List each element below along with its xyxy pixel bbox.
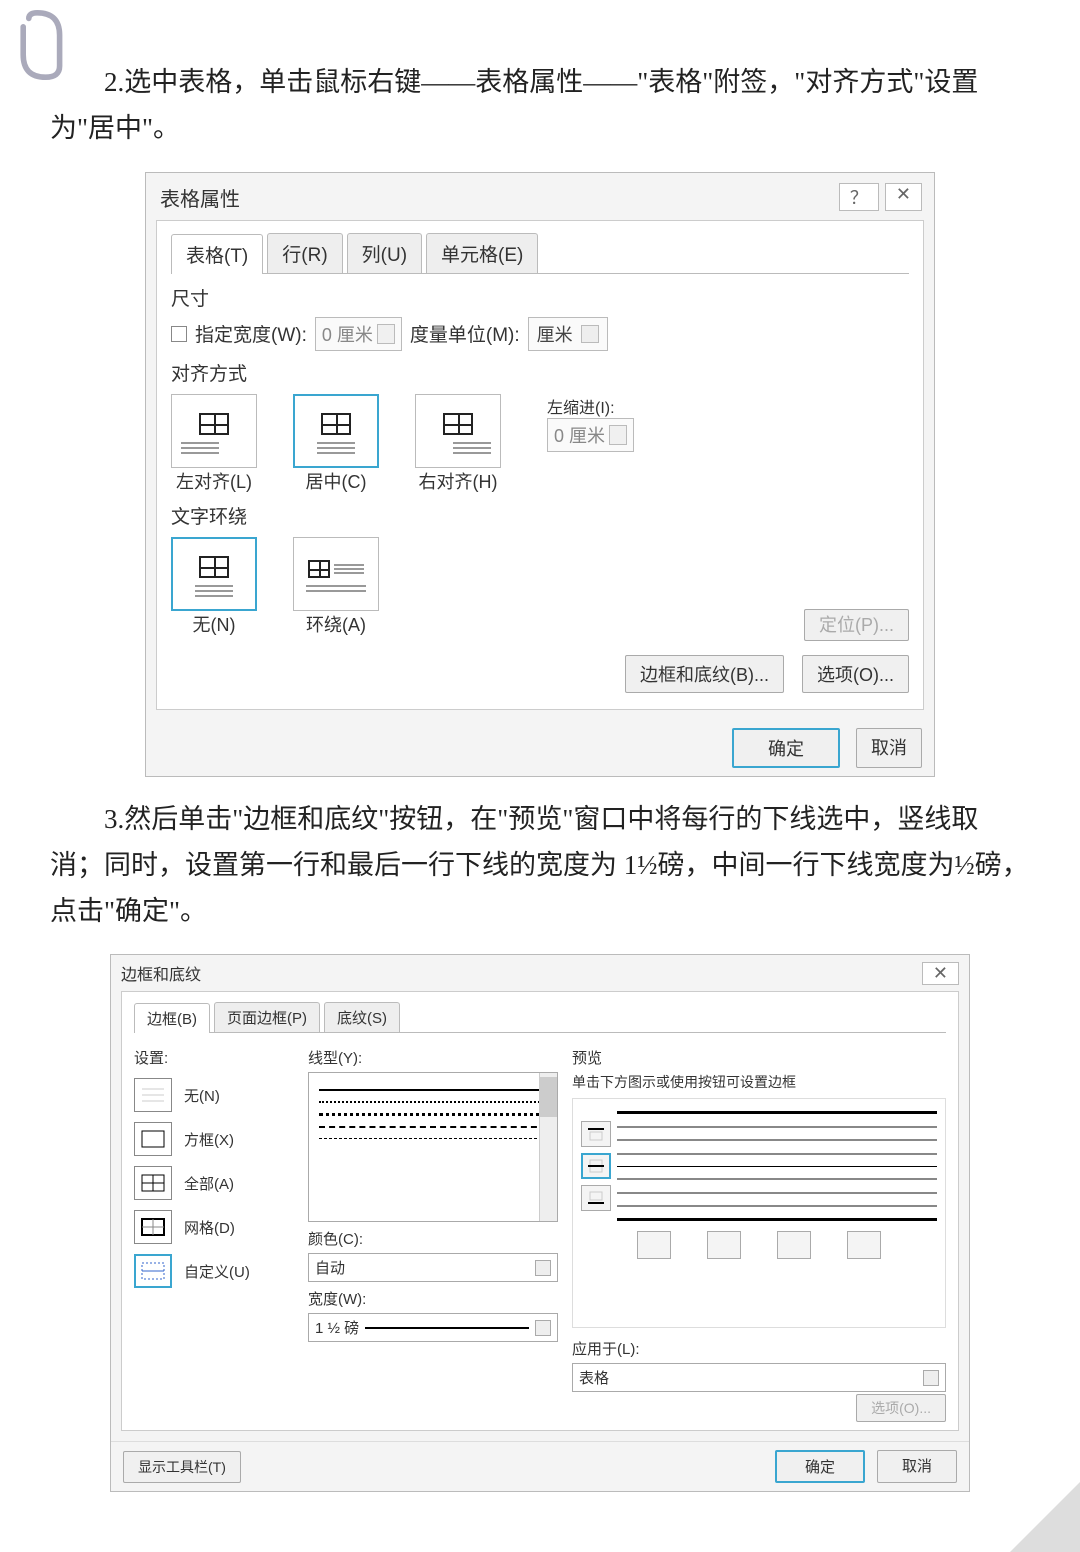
table-icon xyxy=(199,556,229,578)
setting-none[interactable]: 无(N) xyxy=(134,1078,294,1112)
spin-up-down-icon[interactable] xyxy=(377,324,395,344)
setting-all[interactable]: 全部(A) xyxy=(134,1166,294,1200)
cancel-button[interactable]: 取消 xyxy=(856,728,922,768)
border-top-button[interactable] xyxy=(581,1121,611,1147)
tab-page-border[interactable]: 页面边框(P) xyxy=(214,1002,320,1032)
apply-to-combo[interactable]: 表格 xyxy=(572,1363,946,1392)
color-combo[interactable]: 自动 xyxy=(308,1253,558,1282)
border-right-button[interactable] xyxy=(847,1231,881,1259)
dropdown-icon xyxy=(535,1320,551,1336)
grid-icon xyxy=(140,1217,166,1237)
tab-table[interactable]: 表格(T) xyxy=(171,234,263,274)
border-left-button[interactable] xyxy=(707,1231,741,1259)
wrap-around-option[interactable]: 环绕(A) xyxy=(293,537,379,637)
preview-label: 预览 xyxy=(572,1047,946,1068)
table-icon xyxy=(308,560,330,578)
ok-button[interactable]: 确定 xyxy=(775,1450,865,1483)
specify-width-checkbox[interactable] xyxy=(171,326,187,342)
tab-row[interactable]: 行(R) xyxy=(267,233,342,273)
help-button[interactable]: ？ xyxy=(839,183,879,211)
custom-icon xyxy=(140,1261,166,1281)
instruction-step-2: 2.选中表格，单击鼠标右键——表格属性——"表格"附签，"对齐方式"设置为"居中… xyxy=(50,60,1030,152)
specify-width-label: 指定宽度(W): xyxy=(195,320,307,347)
alignment-group-label: 对齐方式 xyxy=(171,359,909,386)
dropdown-icon xyxy=(923,1370,939,1386)
preview-area xyxy=(572,1098,946,1328)
size-group-label: 尺寸 xyxy=(171,284,909,311)
options-button[interactable]: 选项(O)... xyxy=(856,1394,946,1422)
close-button[interactable]: ✕ xyxy=(885,183,922,211)
width-spinner[interactable]: 0 厘米 xyxy=(315,317,402,351)
setting-box[interactable]: 方框(X) xyxy=(134,1122,294,1156)
cancel-button[interactable]: 取消 xyxy=(877,1450,957,1483)
tab-shading[interactable]: 底纹(S) xyxy=(324,1002,400,1032)
all-icon xyxy=(140,1173,166,1193)
border-diag-button[interactable] xyxy=(637,1231,671,1259)
spin-up-down-icon[interactable] xyxy=(609,425,627,445)
setting-custom[interactable]: 自定义(U) xyxy=(134,1254,294,1288)
unit-label: 度量单位(M): xyxy=(410,320,520,347)
show-toolbar-button[interactable]: 显示工具栏(T) xyxy=(123,1451,241,1483)
width-combo[interactable]: 1 ½ 磅 xyxy=(308,1313,558,1342)
borders-shading-button[interactable]: 边框和底纹(B)... xyxy=(625,655,784,693)
box-icon xyxy=(140,1129,166,1149)
border-center-button[interactable] xyxy=(777,1231,811,1259)
paperclip-icon xyxy=(10,10,70,80)
border-bottom-icon xyxy=(587,1191,605,1205)
width-label: 宽度(W): xyxy=(308,1288,558,1309)
page-curl-icon xyxy=(1010,1482,1080,1552)
dialog-title: 表格属性 xyxy=(160,183,240,212)
setting-label: 设置: xyxy=(134,1047,294,1068)
border-top-icon xyxy=(587,1127,605,1141)
align-center-option[interactable]: 居中(C) xyxy=(293,394,379,494)
scrollbar[interactable] xyxy=(539,1073,557,1221)
instruction-step-3: 3.然后单击"边框和底纹"按钮，在"预览"窗口中将每行的下线选中，竖线取消；同时… xyxy=(50,797,1030,935)
table-icon xyxy=(199,413,229,435)
tab-cell[interactable]: 单元格(E) xyxy=(426,233,538,273)
setting-grid[interactable]: 网格(D) xyxy=(134,1210,294,1244)
unit-combo[interactable]: 厘米 xyxy=(528,317,608,351)
left-indent-spinner[interactable]: 0 厘米 xyxy=(547,418,634,452)
align-right-option[interactable]: 右对齐(H) xyxy=(415,394,501,494)
dropdown-icon xyxy=(535,1260,551,1276)
wrap-none-option[interactable]: 无(N) xyxy=(171,537,257,637)
options-button[interactable]: 选项(O)... xyxy=(802,655,909,693)
ok-button[interactable]: 确定 xyxy=(732,728,840,768)
table-icon xyxy=(321,413,351,435)
align-left-option[interactable]: 左对齐(L) xyxy=(171,394,257,494)
apply-to-label: 应用于(L): xyxy=(572,1338,946,1359)
preview-hint: 单击下方图示或使用按钮可设置边框 xyxy=(572,1072,946,1092)
position-button[interactable]: 定位(P)... xyxy=(804,609,909,641)
dialog-title: 边框和底纹 xyxy=(121,961,201,985)
wrap-group-label: 文字环绕 xyxy=(171,502,909,529)
style-label: 线型(Y): xyxy=(308,1047,558,1068)
color-label: 颜色(C): xyxy=(308,1228,558,1249)
table-properties-dialog: 表格属性 ？ ✕ 表格(T) 行(R) 列(U) 单元格(E) 尺寸 指定宽度(… xyxy=(145,172,935,777)
border-middle-icon xyxy=(587,1159,605,1173)
dropdown-icon xyxy=(581,325,599,343)
borders-shading-dialog: 边框和底纹 ✕ 边框(B) 页面边框(P) 底纹(S) 设置: 无(N) 方框(… xyxy=(110,954,970,1492)
border-bottom-button[interactable] xyxy=(581,1185,611,1211)
line-style-listbox[interactable] xyxy=(308,1072,558,1222)
border-middle-button[interactable] xyxy=(581,1153,611,1179)
close-button[interactable]: ✕ xyxy=(922,962,959,985)
left-indent-label: 左缩进(I): xyxy=(547,394,634,418)
tab-border[interactable]: 边框(B) xyxy=(134,1003,210,1033)
none-icon xyxy=(140,1085,166,1105)
preview-table[interactable] xyxy=(617,1111,937,1221)
table-icon xyxy=(443,413,473,435)
tab-column[interactable]: 列(U) xyxy=(347,233,422,273)
